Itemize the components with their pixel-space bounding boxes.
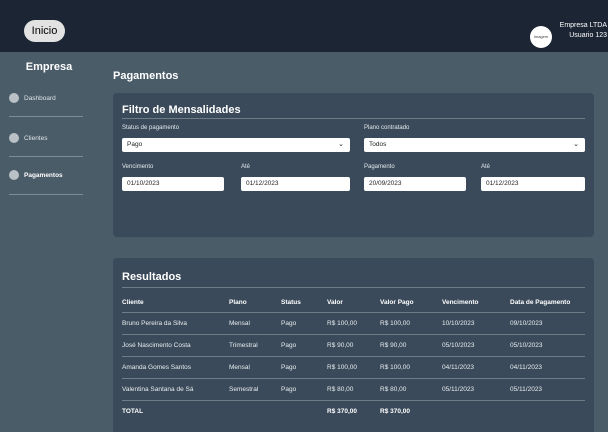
table-row[interactable]: Bruno Pereira da Silva Mensal Pago R$ 10… (122, 312, 585, 335)
table-cell: 04/11/2023 (510, 356, 585, 379)
status-select[interactable]: Pago ⌄ (122, 138, 350, 152)
table-cell: Semestral (229, 378, 281, 401)
filter-card: Filtro de Mensalidades Status de pagamen… (113, 93, 594, 237)
table-row[interactable]: José Nascimento Costa Trimestral Pago R$… (122, 334, 585, 357)
table-cell: R$ 100,00 (327, 356, 380, 379)
table-row[interactable]: Valentina Santana de Sá Semestral Pago R… (122, 378, 585, 401)
table-cell: R$ 100,00 (327, 312, 380, 335)
divider (122, 118, 585, 119)
table-cell: Amanda Gomes Santos (122, 356, 229, 379)
table-cell: R$ 90,00 (327, 334, 380, 357)
table-cell: Pago (281, 378, 327, 401)
table-cell: Mensal (229, 312, 281, 335)
sidebar-divider (9, 194, 83, 195)
sidebar-divider (9, 116, 83, 117)
table-cell (442, 400, 510, 422)
column-header[interactable]: Plano (229, 294, 281, 313)
plan-select[interactable]: Todos ⌄ (364, 138, 585, 152)
results-title: Resultados (122, 271, 182, 283)
table-cell (281, 400, 327, 422)
dashboard-icon (9, 93, 19, 103)
due-from-input[interactable]: 01/10/2023 (122, 177, 224, 191)
total-row: TOTAL R$ 370,00 R$ 370,00 (122, 400, 585, 422)
payment-label: Pagamento (364, 164, 395, 170)
company-name: Empresa LTDA (559, 22, 607, 29)
main-content: Pagamentos Filtro de Mensalidades Status… (98, 52, 608, 432)
table-header: Cliente Plano Status Valor Valor Pago Ve… (122, 294, 585, 313)
company-logo: Imagem (530, 26, 552, 48)
sidebar-item-pagamentos[interactable]: Pagamentos (9, 168, 63, 182)
sidebar: Empresa Dashboard Clientes Pagamentos (0, 52, 98, 432)
total-value: R$ 370,00 (327, 407, 357, 415)
sidebar-title: Empresa (25, 61, 73, 73)
company-info: Empresa LTDA Usuario 123 (560, 21, 608, 41)
table-cell: R$ 90,00 (380, 334, 442, 357)
home-button[interactable]: Inicio (24, 20, 65, 42)
sidebar-divider (9, 156, 83, 157)
table-cell: 04/11/2023 (442, 356, 510, 379)
table-cell: 05/10/2023 (510, 334, 585, 357)
table-cell: Valentina Santana de Sá (122, 378, 229, 401)
table-cell: Pago (281, 334, 327, 357)
chevron-down-icon: ⌄ (573, 141, 579, 148)
sidebar-item-label: Clientes (24, 134, 48, 142)
results-table: Cliente Plano Status Valor Valor Pago Ve… (122, 294, 585, 422)
status-value: Pago (127, 141, 143, 148)
table-cell: Trimestral (229, 334, 281, 357)
table-cell (229, 400, 281, 422)
plan-label: Plano contratado (364, 125, 410, 131)
sidebar-item-label: Dashboard (24, 94, 56, 102)
column-header[interactable]: Vencimento (442, 294, 510, 313)
chevron-down-icon: ⌄ (338, 141, 344, 148)
column-header[interactable]: Cliente (122, 294, 229, 313)
due-label: Vencimento (122, 164, 154, 170)
sidebar-item-label: Pagamentos (24, 171, 63, 179)
total-label: TOTAL (122, 407, 144, 415)
table-cell: R$ 80,00 (380, 378, 442, 401)
table-cell: 09/10/2023 (510, 312, 585, 335)
sidebar-item-dashboard[interactable]: Dashboard (9, 91, 56, 105)
table-cell: R$ 80,00 (327, 378, 380, 401)
table-cell: 10/10/2023 (442, 312, 510, 335)
clientes-icon (9, 133, 19, 143)
table-cell: Pago (281, 312, 327, 335)
column-header[interactable]: Valor Pago (380, 294, 442, 313)
table-cell: 05/11/2023 (442, 378, 510, 401)
table-row[interactable]: Amanda Gomes Santos Mensal Pago R$ 100,0… (122, 356, 585, 379)
table-cell (510, 400, 585, 422)
payment-to-label: Até (481, 164, 491, 170)
divider (122, 287, 585, 288)
filter-title: Filtro de Mensalidades (122, 104, 241, 116)
due-to-label: Até (241, 164, 251, 170)
table-cell: Mensal (229, 356, 281, 379)
table-cell: José Nascimento Costa (122, 334, 229, 357)
sidebar-item-clientes[interactable]: Clientes (9, 131, 47, 145)
table-cell: 05/10/2023 (442, 334, 510, 357)
due-to-input[interactable]: 01/12/2023 (241, 177, 350, 191)
payment-to-input[interactable]: 01/12/2023 (481, 177, 585, 191)
table-cell: R$ 100,00 (380, 356, 442, 379)
table-cell: Bruno Pereira da Silva (122, 312, 229, 335)
top-bar: Inicio Imagem Empresa LTDA Usuario 123 (0, 0, 608, 52)
status-label: Status de pagamento (122, 125, 180, 131)
table-cell: R$ 100,00 (380, 312, 442, 335)
total-paid: R$ 370,00 (380, 407, 410, 415)
column-header[interactable]: Valor (327, 294, 380, 313)
user-name: Usuario 123 (569, 32, 607, 39)
page-title: Pagamentos (113, 70, 179, 82)
payment-from-input[interactable]: 20/09/2023 (364, 177, 466, 191)
results-card: Resultados Cliente Plano Status Valor Va… (113, 258, 594, 432)
table-cell: 05/11/2023 (510, 378, 585, 401)
plan-value: Todos (369, 141, 387, 148)
table-cell: Pago (281, 356, 327, 379)
column-header[interactable]: Data de Pagamento (510, 294, 585, 313)
pagamentos-icon (9, 170, 19, 180)
column-header[interactable]: Status (281, 294, 327, 313)
